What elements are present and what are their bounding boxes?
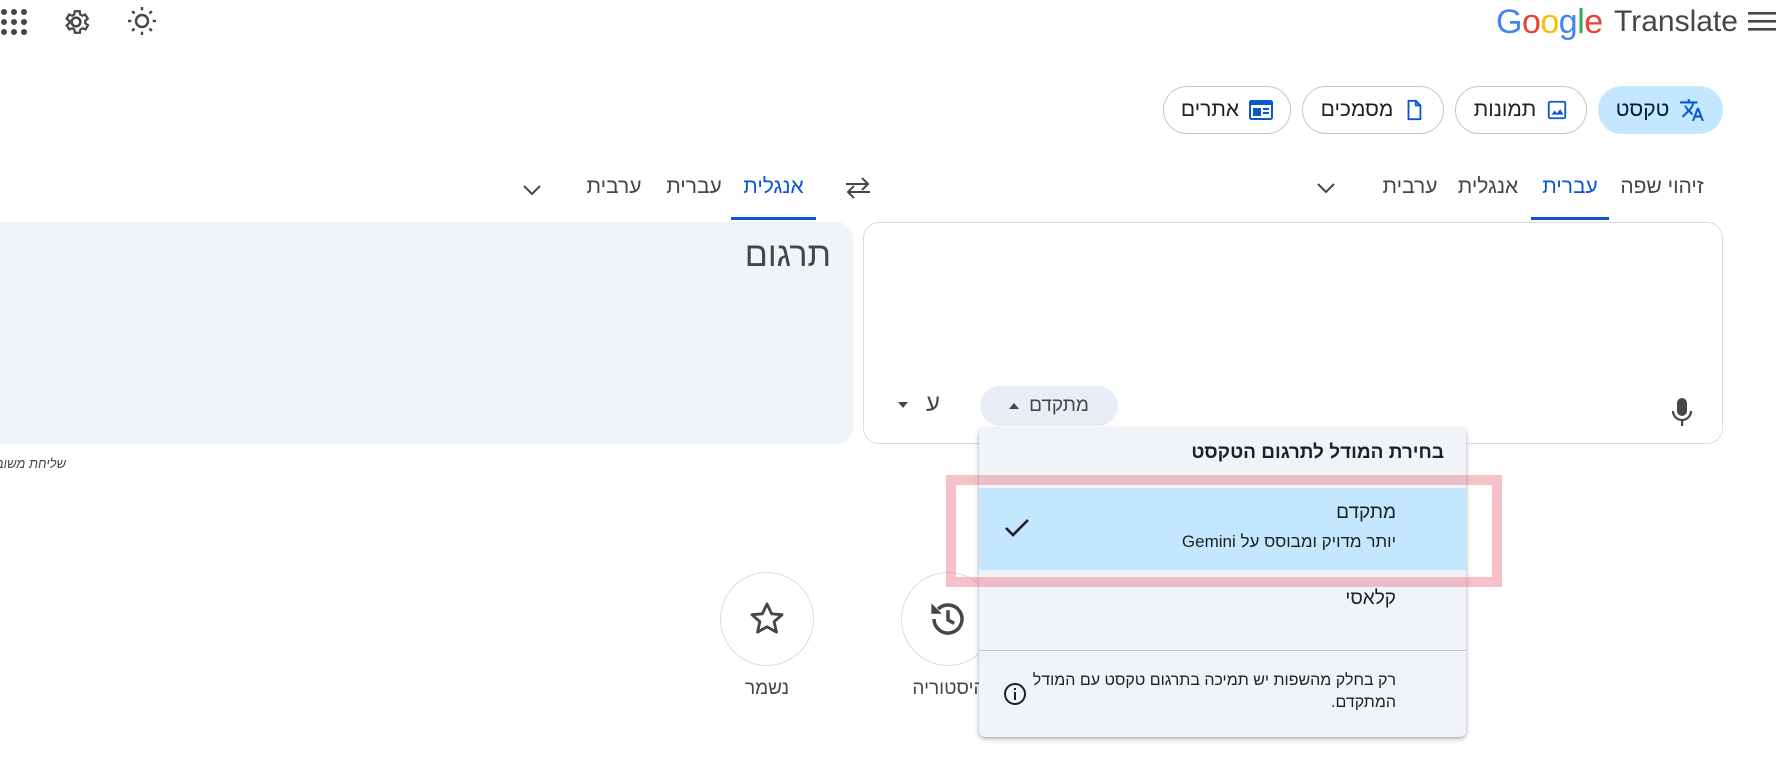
swap-languages-icon[interactable] xyxy=(842,172,874,204)
checkmark-icon xyxy=(1005,519,1029,537)
target-more-languages-chevron-icon[interactable] xyxy=(520,178,544,202)
model-select-button[interactable]: מתקדם xyxy=(980,386,1118,426)
mode-websites-label: אתרים xyxy=(1180,98,1240,121)
history-icon xyxy=(931,603,964,635)
image-icon xyxy=(1548,100,1567,120)
saved-button[interactable] xyxy=(720,572,814,666)
mode-websites-chip[interactable]: אתרים xyxy=(1163,86,1291,134)
source-lang-arabic-tab[interactable]: ערבית xyxy=(1375,172,1445,220)
google-logo[interactable]: Google xyxy=(1496,2,1603,42)
theme-sun-icon[interactable] xyxy=(125,4,159,38)
translation-placeholder: תרגום xyxy=(744,236,831,274)
source-lang-english-tab[interactable]: אנגלית xyxy=(1452,172,1524,220)
model-option-classic[interactable]: קלאסי xyxy=(979,576,1466,636)
arrow-up-icon xyxy=(1009,403,1020,409)
keyboard-dropdown-arrow-icon[interactable] xyxy=(896,398,910,412)
model-menu-title: בחירת המודל לתרגום הטקסט xyxy=(1191,442,1444,463)
target-lang-english-tab[interactable]: אנגלית xyxy=(731,172,816,220)
source-detect-language-tab[interactable]: זיהוי שפה xyxy=(1614,172,1710,220)
menu-divider xyxy=(979,650,1466,651)
model-option-advanced-title: מתקדם xyxy=(1336,502,1396,523)
app-title: Translate xyxy=(1614,5,1738,38)
apps-grid-icon[interactable] xyxy=(0,8,28,36)
model-menu-note: רק בחלק מהשפות יש תמיכה בתרגום טקסט עם ה… xyxy=(1032,672,1396,711)
model-option-classic-title: קלאסי xyxy=(1345,588,1396,609)
mode-documents-label: מסמכים xyxy=(1320,98,1394,121)
model-select-label: מתקדם xyxy=(1029,395,1089,416)
microphone-icon[interactable] xyxy=(1668,395,1696,429)
mode-text-chip[interactable]: טקסט xyxy=(1598,86,1723,134)
settings-gear-icon[interactable] xyxy=(60,6,92,38)
model-dropdown-menu: בחירת המודל לתרגום הטקסט מתקדם יותר מדוי… xyxy=(979,428,1466,737)
model-option-advanced[interactable]: מתקדם יותר מדויק ומבוסס על Gemini xyxy=(979,488,1466,570)
source-more-languages-chevron-icon[interactable] xyxy=(1314,176,1338,200)
translate-icon xyxy=(1680,99,1705,121)
send-feedback-link[interactable]: שליחת משוב xyxy=(0,456,66,471)
main-menu-icon[interactable] xyxy=(1746,8,1778,34)
translation-output-panel: תרגום xyxy=(0,222,853,444)
saved-label: נשמר xyxy=(744,678,790,699)
keyboard-language-glyph[interactable]: ע xyxy=(926,390,940,418)
mode-images-chip[interactable]: תמונות xyxy=(1455,86,1587,134)
mode-text-label: טקסט xyxy=(1615,98,1670,121)
target-lang-arabic-tab[interactable]: ערבית xyxy=(582,172,646,220)
mode-documents-chip[interactable]: מסמכים xyxy=(1302,86,1444,134)
model-option-advanced-subtitle: יותר מדויק ומבוסס על Gemini xyxy=(1181,532,1396,551)
mode-images-label: תמונות xyxy=(1473,98,1537,121)
target-lang-hebrew-tab[interactable]: עברית xyxy=(660,172,728,220)
document-icon xyxy=(1407,99,1422,121)
star-icon xyxy=(750,602,784,634)
website-icon xyxy=(1249,100,1274,120)
source-lang-hebrew-tab[interactable]: עברית xyxy=(1531,172,1609,220)
